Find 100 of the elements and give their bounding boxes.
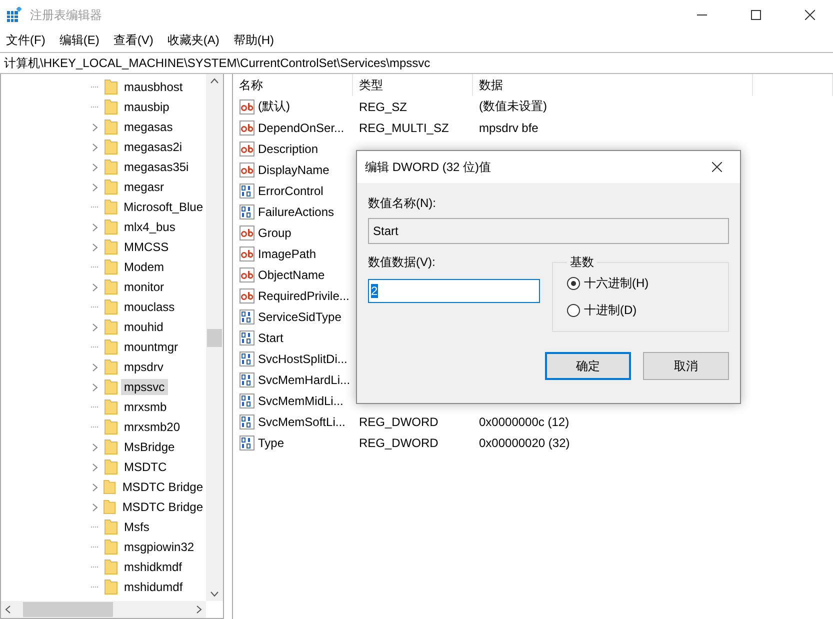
scroll-left-icon[interactable]	[5, 605, 11, 614]
value-name: Description	[258, 142, 318, 156]
folder-icon	[104, 179, 118, 195]
value-data-field[interactable]: 2	[368, 279, 540, 303]
radio-option[interactable]: 十进制(D)	[567, 302, 714, 319]
value-data: mpsdrv bfe	[478, 120, 540, 134]
menu-item[interactable]: 编辑(E)	[59, 32, 100, 48]
tree-item[interactable]: mlx4_bus	[121, 219, 178, 235]
chevron-icon[interactable]	[92, 222, 98, 232]
tree-item[interactable]: msgpiowin32	[121, 539, 198, 555]
field-label: 数值名称(N):	[368, 195, 437, 212]
tree-item[interactable]: mshidumdf	[121, 579, 186, 595]
value-name: ServiceSidType	[258, 310, 342, 324]
chevron-icon[interactable]	[92, 282, 98, 292]
tree-item[interactable]: mpssvc	[121, 379, 168, 395]
tree-item[interactable]: mshidkmdf	[121, 559, 186, 575]
folder-icon	[103, 499, 116, 515]
folder-icon	[104, 559, 118, 575]
value-name: ObjectName	[258, 268, 325, 282]
chevron-icon[interactable]	[92, 442, 98, 452]
scroll-right-icon[interactable]	[196, 605, 202, 614]
string-value-icon	[239, 162, 255, 178]
string-value-icon	[239, 288, 255, 304]
tree-item[interactable]: monitor	[121, 279, 168, 295]
menu-item[interactable]: 查看(V)	[113, 32, 154, 48]
chevron-icon[interactable]	[92, 122, 98, 132]
folder-icon	[104, 159, 118, 175]
address-bar[interactable]: 计算机\HKEY_LOCAL_MACHINE\SYSTEM\CurrentControlSet\Services\mpssvc	[0, 52, 833, 74]
value-data: 0x00000020 (32)	[478, 436, 571, 450]
chevron-icon[interactable]	[92, 322, 98, 332]
value-data: 0x0000000c (12)	[478, 414, 570, 428]
tree-line-icon	[91, 526, 99, 528]
tree-item[interactable]: mausbhost	[121, 79, 186, 95]
tree-item[interactable]: mrxsmb	[121, 399, 170, 415]
chevron-icon[interactable]	[92, 142, 98, 152]
chevron-icon[interactable]	[92, 162, 98, 172]
string-value-icon	[239, 140, 255, 156]
tree-item[interactable]: megasas35i	[121, 159, 192, 175]
value-name-field[interactable]: Start	[368, 218, 729, 244]
folder-icon	[104, 319, 118, 335]
chevron-icon[interactable]	[92, 382, 98, 392]
tree-line-icon	[91, 426, 99, 428]
tree-item[interactable]: MsBridge	[121, 439, 178, 455]
column-header[interactable]: 数据	[473, 74, 753, 96]
tree-line-icon	[91, 406, 99, 408]
value-name: ErrorControl	[258, 184, 324, 198]
value-name: SvcMemMidLi...	[258, 394, 344, 408]
tree-item[interactable]: megasas	[121, 119, 176, 135]
binary-value-icon	[239, 392, 255, 408]
chevron-icon[interactable]	[92, 182, 98, 192]
menu-item[interactable]: 文件(F)	[6, 32, 46, 48]
binary-value-icon	[239, 182, 255, 198]
binary-value-icon	[239, 330, 255, 346]
scroll-down-icon[interactable]	[210, 591, 219, 597]
binary-value-icon	[239, 372, 255, 388]
tree-item[interactable]: mountmgr	[121, 339, 182, 355]
tree-item[interactable]: Modem	[121, 259, 168, 275]
tree-item[interactable]: Msfs	[121, 519, 152, 535]
tree-item[interactable]: mausbip	[121, 99, 172, 115]
binary-value-icon	[239, 350, 255, 366]
folder-icon	[104, 79, 118, 95]
chevron-icon[interactable]	[92, 242, 98, 252]
chevron-icon[interactable]	[92, 482, 98, 492]
value-name: SvcHostSplitDi...	[258, 352, 348, 366]
tree-item[interactable]: mrxsmb20	[121, 419, 184, 435]
value-name: RequiredPrivile...	[258, 288, 350, 302]
tree-line-icon	[91, 306, 99, 308]
scroll-thumb[interactable]	[23, 602, 113, 617]
tree-item[interactable]: megasas2i	[121, 139, 186, 155]
dialog-button[interactable]: 取消	[643, 352, 729, 380]
folder-icon	[104, 119, 118, 135]
menu-item[interactable]: 帮助(H)	[233, 32, 274, 48]
radio-option[interactable]: 十六进制(H)	[567, 275, 714, 292]
value-name: (默认)	[258, 98, 290, 115]
tree-line-icon	[91, 346, 99, 348]
column-header[interactable]: 类型	[353, 74, 473, 96]
vertical-scrollbar[interactable]	[206, 74, 223, 601]
value-type: REG_MULTI_SZ	[358, 120, 450, 134]
column-header[interactable]: 名称	[233, 74, 353, 96]
tree-item[interactable]: mouclass	[121, 299, 178, 315]
menu-item[interactable]: 收藏夹(A)	[167, 32, 220, 48]
horizontal-scrollbar[interactable]	[1, 601, 206, 618]
tree-item[interactable]: MMCSS	[121, 239, 172, 255]
chevron-icon[interactable]	[92, 502, 98, 512]
scroll-thumb[interactable]	[207, 328, 222, 346]
scroll-up-icon[interactable]	[210, 78, 219, 84]
tree-item[interactable]: megasr	[121, 179, 168, 195]
dialog-button[interactable]: 确定	[545, 352, 631, 380]
tree-item[interactable]: Microsoft_Blue	[120, 199, 206, 215]
tree-item[interactable]: mouhid	[121, 319, 166, 335]
value-data: (数值未设置)	[478, 98, 548, 115]
chevron-icon[interactable]	[92, 362, 98, 372]
tree-item[interactable]: MSDTC Bridge	[119, 479, 206, 495]
tree-item[interactable]: mpsdrv	[121, 359, 166, 375]
tree-item[interactable]: MSDTC	[121, 459, 170, 475]
dialog-title: 编辑 DWORD (32 位)值	[365, 158, 491, 176]
group-label: 基数	[569, 254, 595, 271]
chevron-icon[interactable]	[92, 462, 98, 472]
tree-item[interactable]: MSDTC Bridge	[119, 499, 206, 515]
value-name: SvcMemHardLi...	[258, 372, 350, 386]
